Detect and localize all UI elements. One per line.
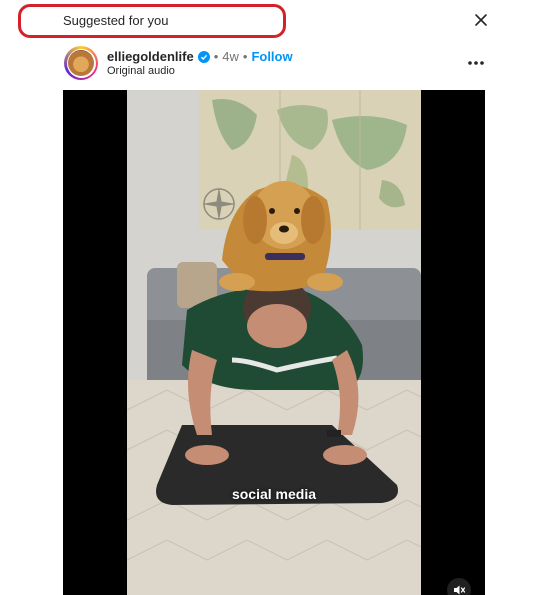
post-time[interactable]: 4w (222, 49, 239, 64)
avatar[interactable] (64, 46, 98, 80)
speaker-muted-icon (454, 585, 466, 595)
mute-toggle-button[interactable] (447, 578, 471, 595)
close-icon[interactable] (472, 11, 490, 29)
video-player[interactable]: social media (63, 90, 485, 595)
dog-avatar-image (68, 50, 94, 76)
separator-dot: • (213, 49, 219, 64)
video-caption: social media (231, 486, 317, 502)
post-header: elliegoldenlife • 4w • Follow (107, 49, 293, 64)
suggested-for-you-label: Suggested for you (63, 13, 169, 28)
username-link[interactable]: elliegoldenlife (107, 49, 194, 64)
verified-badge-icon (197, 50, 210, 63)
follow-button[interactable]: Follow (251, 49, 292, 64)
more-options-icon[interactable] (467, 60, 485, 66)
separator-dot: • (242, 49, 248, 64)
original-audio-link[interactable]: Original audio (107, 65, 175, 77)
video-frame (127, 90, 421, 595)
